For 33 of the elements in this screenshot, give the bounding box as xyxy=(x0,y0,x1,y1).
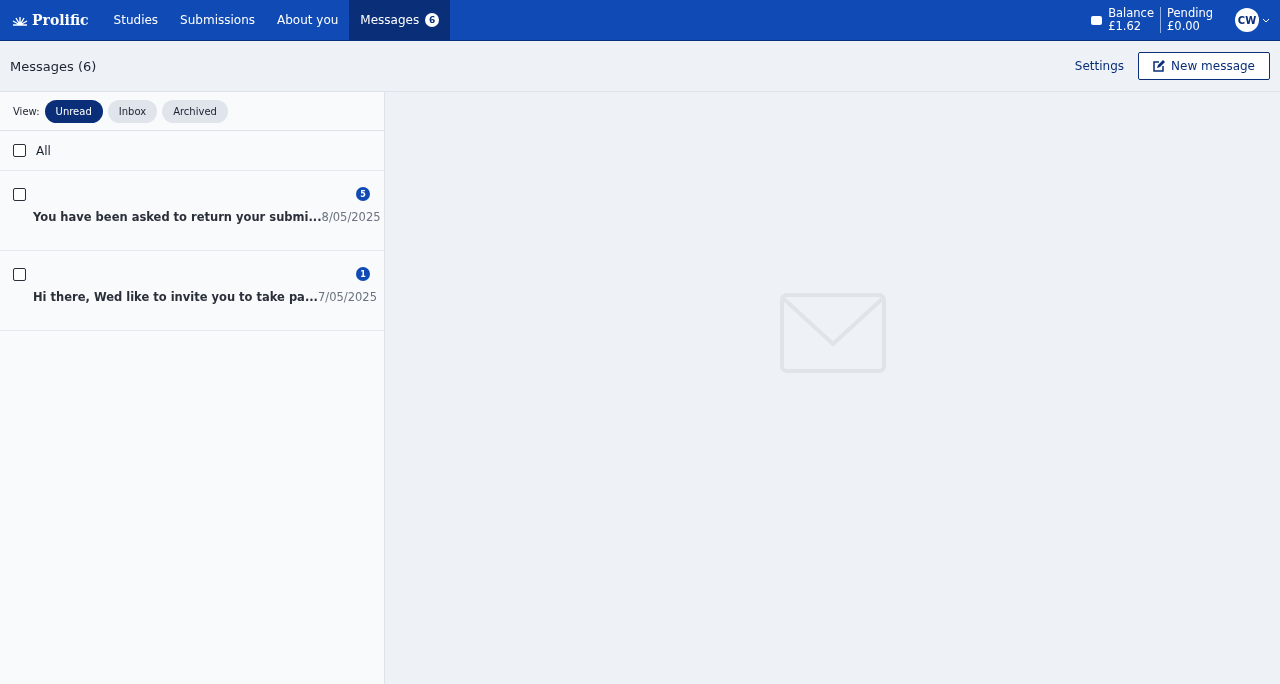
count-badge: 6 xyxy=(425,13,440,27)
message-preview[interactable]: Hi there, Wed like to invite you to take pa... xyxy=(13,290,318,304)
page-title: Messages (6) xyxy=(10,58,98,74)
select-all-label: All xyxy=(36,143,51,158)
balance-value: £1.62 xyxy=(1108,20,1143,33)
nav-tab[interactable]: Messages 6 xyxy=(349,0,451,40)
pending-value: £0.00 xyxy=(1167,20,1200,33)
pending-label: Pending xyxy=(1167,7,1213,20)
logo-icon xyxy=(12,14,28,26)
settings-link[interactable]: Settings xyxy=(1074,59,1125,73)
nav-tab[interactable]: Studies xyxy=(102,0,170,40)
filter-tab[interactable]: Inbox xyxy=(107,99,158,123)
message-checkbox[interactable] xyxy=(13,187,26,201)
unread-count-badge: 5 xyxy=(356,187,370,201)
message-date: 7/05/2025 xyxy=(318,290,377,304)
message-preview[interactable]: You have been asked to return your submi... xyxy=(13,210,322,224)
unread-count-badge: 1 xyxy=(356,267,370,281)
wallet-icon xyxy=(1091,15,1103,25)
nav-tab[interactable]: About you xyxy=(266,0,350,40)
chevron-down-icon[interactable] xyxy=(1262,17,1270,23)
logo-text: Prolific xyxy=(32,12,89,28)
avatar[interactable]: CW xyxy=(1235,8,1259,32)
new-message-button[interactable]: New message xyxy=(1138,52,1270,80)
balance-label: Balance xyxy=(1108,7,1154,20)
filter-tab[interactable]: Unread xyxy=(44,99,103,123)
message-checkbox[interactable] xyxy=(13,267,26,281)
select-all-checkbox[interactable] xyxy=(13,144,26,157)
view-label: View: xyxy=(13,105,40,117)
filter-tab[interactable]: Archived xyxy=(162,99,228,123)
logo[interactable]: Prolific xyxy=(12,0,89,40)
nav-tab[interactable]: Submissions xyxy=(169,0,266,40)
message-date: 8/05/2025 xyxy=(321,210,381,224)
edit-icon xyxy=(1153,60,1166,72)
